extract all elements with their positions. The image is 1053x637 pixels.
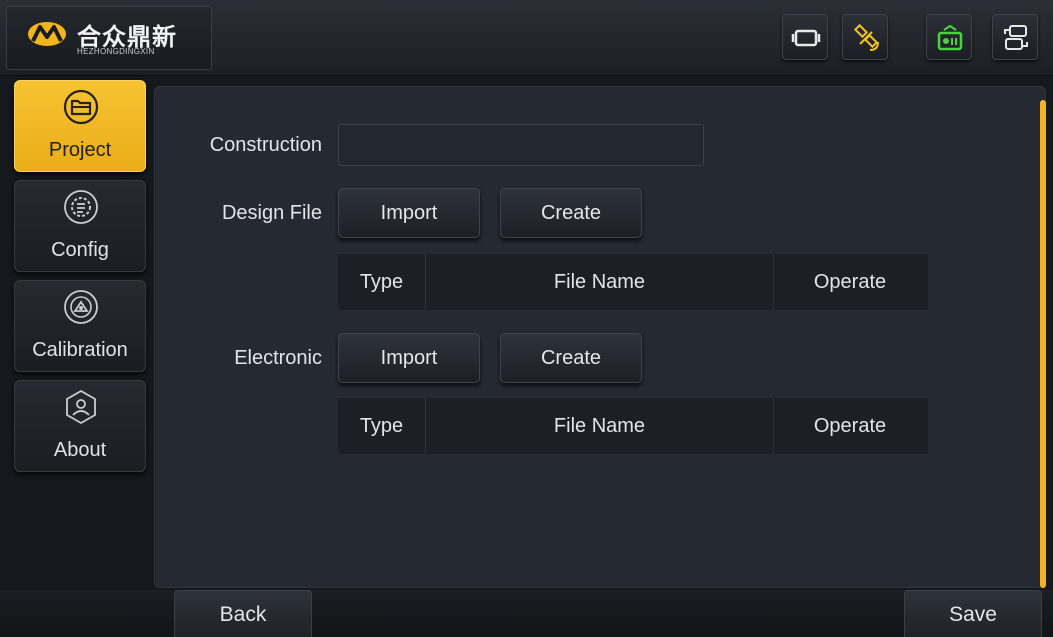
- electronic-table-header: Type File Name Operate: [338, 398, 928, 454]
- logo-subtext: HEZHONGDINGXIN: [77, 47, 155, 56]
- electronic-create-button[interactable]: Create: [500, 333, 642, 383]
- column-file-name: File Name: [426, 254, 774, 310]
- sidebar-item-label: About: [53, 439, 107, 461]
- column-type: Type: [338, 254, 426, 310]
- folder-icon: [63, 89, 99, 125]
- sidebar-item-about[interactable]: About: [14, 380, 146, 472]
- sidebar-item-calibration[interactable]: Calibration: [14, 280, 146, 372]
- calibration-icon: [64, 290, 98, 324]
- gear-icon: [64, 190, 98, 224]
- logo-mark-icon: [28, 22, 66, 46]
- screen-icon: [791, 29, 821, 47]
- column-operate: Operate: [813, 415, 887, 437]
- sidebar-item-label: Calibration: [32, 339, 128, 361]
- electronic-label: Electronic: [234, 347, 322, 369]
- switch-icon: [1004, 25, 1028, 50]
- design-file-label: Design File: [221, 202, 322, 224]
- radio-button[interactable]: [926, 14, 972, 60]
- column-type: Type: [338, 398, 426, 454]
- sidebar-item-label: Project: [48, 139, 112, 161]
- about-icon: [66, 389, 96, 425]
- column-operate: Operate: [813, 271, 887, 293]
- sidebar-item-config[interactable]: Config: [14, 180, 146, 272]
- save-button[interactable]: Save: [904, 590, 1042, 637]
- sidebar-item-label: Config: [51, 239, 109, 261]
- construction-input[interactable]: [338, 124, 704, 166]
- construction-label: Construction: [209, 134, 322, 156]
- bottom-bar: [0, 590, 1053, 637]
- radio-icon: [937, 24, 963, 51]
- logo: 合众鼎新 HEZHONGDINGXIN: [6, 6, 212, 70]
- screen-button[interactable]: [782, 14, 828, 60]
- back-button[interactable]: Back: [174, 590, 312, 637]
- sidebar-item-project[interactable]: Project: [14, 80, 146, 172]
- satellite-button[interactable]: [842, 14, 888, 60]
- design-file-import-button[interactable]: Import: [338, 188, 480, 238]
- design-file-table-header: Type File Name Operate: [338, 254, 928, 310]
- column-file-name: File Name: [426, 398, 774, 454]
- satellite-icon: [853, 23, 879, 51]
- design-file-create-button[interactable]: Create: [500, 188, 642, 238]
- top-bar: 合众鼎新 HEZHONGDINGXIN: [0, 0, 1053, 76]
- switch-button[interactable]: [992, 14, 1038, 60]
- electronic-import-button[interactable]: Import: [338, 333, 480, 383]
- scrollbar-thumb[interactable]: [1040, 100, 1046, 588]
